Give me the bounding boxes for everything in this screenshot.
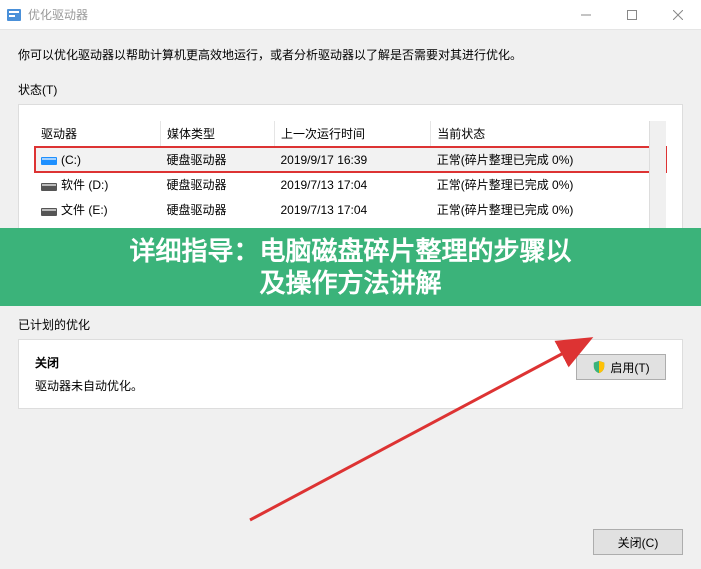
close-button[interactable] <box>655 0 701 30</box>
description-text: 你可以优化驱动器以帮助计算机更高效地运行，或者分析驱动器以了解是否需要对其进行优… <box>18 46 683 63</box>
footer: 关闭(C) <box>593 529 683 555</box>
enable-label: 启用(T) <box>610 359 649 376</box>
scheduled-status-title: 关闭 <box>35 356 59 370</box>
close-label: 关闭(C) <box>618 534 659 551</box>
scheduled-status: 关闭 驱动器未自动优化。 <box>35 354 143 394</box>
drive-icon <box>41 180 57 192</box>
minimize-button[interactable] <box>563 0 609 30</box>
status-label: 状态(T) <box>18 81 683 98</box>
table-row[interactable]: (C:)硬盘驱动器2019/9/17 16:39正常(碎片整理已完成 0%) <box>35 147 666 173</box>
tutorial-overlay: 详细指导：电脑磁盘碎片整理的步骤以及操作方法讲解 <box>0 228 701 306</box>
shield-icon <box>592 360 606 374</box>
tutorial-text: 详细指导：电脑磁盘碎片整理的步骤以及操作方法讲解 <box>129 235 571 300</box>
col-lastrun[interactable]: 上一次运行时间 <box>274 121 430 147</box>
scheduled-panel: 关闭 驱动器未自动优化。 启用(T) <box>18 339 683 409</box>
drive-icon <box>41 205 57 217</box>
scheduled-section: 已计划的优化 关闭 驱动器未自动优化。 启用(T) <box>18 316 683 409</box>
close-dialog-button[interactable]: 关闭(C) <box>593 529 683 555</box>
titlebar: 优化驱动器 <box>0 0 701 30</box>
scheduled-status-desc: 驱动器未自动优化。 <box>35 377 143 394</box>
col-drive[interactable]: 驱动器 <box>35 121 161 147</box>
col-current[interactable]: 当前状态 <box>431 121 666 147</box>
maximize-button[interactable] <box>609 0 655 30</box>
table-row[interactable]: 文件 (E:)硬盘驱动器2019/7/13 17:04正常(碎片整理已完成 0%… <box>35 197 666 222</box>
window-title: 优化驱动器 <box>28 6 563 23</box>
enable-button[interactable]: 启用(T) <box>576 354 666 380</box>
table-row[interactable]: 软件 (D:)硬盘驱动器2019/7/13 17:04正常(碎片整理已完成 0%… <box>35 172 666 197</box>
drive-icon <box>41 154 57 166</box>
col-media[interactable]: 媒体类型 <box>161 121 275 147</box>
app-icon <box>6 7 22 23</box>
scheduled-label: 已计划的优化 <box>18 316 683 333</box>
